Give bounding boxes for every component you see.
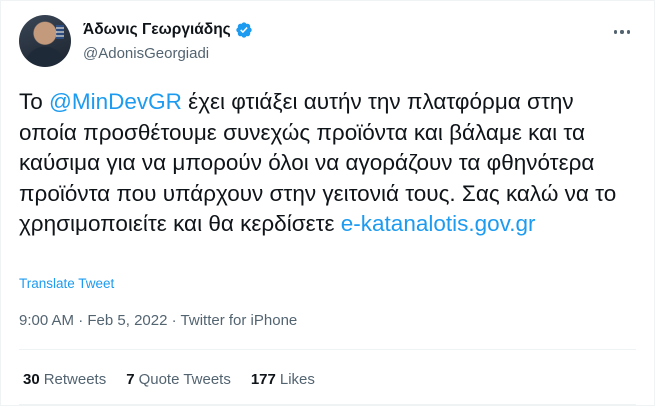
retweets-stat[interactable]: 30 Retweets [23, 371, 106, 388]
tweet-text: Το @MinDevGR έχει φτιάξει αυτήν την πλατ… [19, 87, 629, 240]
author-handle[interactable]: @AdonisGeorgiadi [83, 45, 209, 62]
tweet-card: Άδωνις Γεωργιάδης @AdonisGeorgiadi Το @M… [0, 0, 655, 406]
tweet-time[interactable]: 9:00 AM [19, 312, 74, 329]
more-options-icon[interactable] [610, 23, 634, 41]
divider [19, 404, 636, 405]
url-link[interactable]: e-katanalotis.gov.gr [341, 211, 536, 236]
flag-decoration [56, 25, 64, 39]
quotes-label: Quote Tweets [138, 371, 231, 388]
tweet-text-part: Το [19, 89, 50, 114]
divider [19, 349, 636, 350]
author-display-name[interactable]: Άδωνις Γεωργιάδης [83, 21, 231, 39]
tweet-meta: 9:00 AM · Feb 5, 2022 · Twitter for iPho… [19, 312, 297, 329]
mention-link[interactable]: @MinDevGR [49, 89, 182, 114]
tweet-date[interactable]: Feb 5, 2022 [87, 312, 167, 329]
meta-separator: · [78, 312, 84, 329]
tweet-source[interactable]: Twitter for iPhone [181, 312, 298, 329]
engagement-stats: 30 Retweets 7 Quote Tweets 177 Likes [23, 371, 315, 388]
quote-tweets-stat[interactable]: 7 Quote Tweets [126, 371, 231, 388]
tweet-header: Άδωνις Γεωργιάδης @AdonisGeorgiadi [19, 15, 640, 71]
translate-tweet-link[interactable]: Translate Tweet [19, 276, 114, 291]
meta-separator: · [171, 312, 177, 329]
quotes-count: 7 [126, 371, 135, 388]
verified-badge-icon [236, 22, 252, 38]
likes-count: 177 [250, 371, 276, 388]
retweets-count: 30 [23, 371, 40, 388]
avatar[interactable] [19, 15, 71, 67]
author-name-row: Άδωνις Γεωργιάδης [83, 21, 253, 39]
retweets-label: Retweets [43, 371, 107, 388]
likes-stat[interactable]: 177 Likes [251, 371, 315, 388]
likes-label: Likes [279, 371, 315, 388]
